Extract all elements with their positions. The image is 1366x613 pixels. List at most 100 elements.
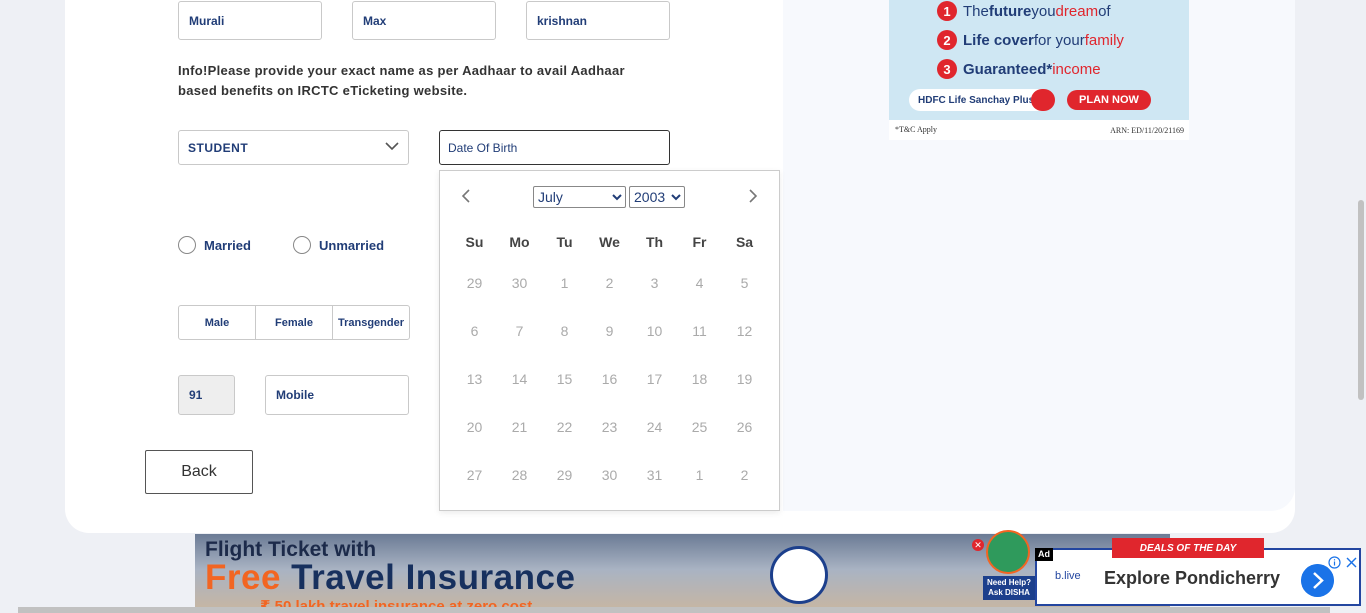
horizontal-scrollbar[interactable]: [18, 607, 1330, 613]
year-select[interactable]: 2003: [629, 186, 685, 208]
info-icon[interactable]: [1328, 556, 1341, 569]
calendar-day[interactable]: 21: [497, 403, 542, 451]
radio-circle[interactable]: [178, 236, 196, 254]
date-of-birth-input[interactable]: Date Of Birth: [439, 130, 670, 165]
calendar-day[interactable]: 29: [452, 259, 497, 307]
ad-footer: *T&C Apply ARN: ED/11/20/21169: [889, 120, 1189, 140]
married-radio[interactable]: Married: [178, 236, 251, 254]
calendar-day[interactable]: 26: [722, 403, 767, 451]
calendar-day[interactable]: 17: [632, 355, 677, 403]
calendar-week-row: 29 30 1 2 3 4 5: [452, 259, 767, 307]
number-1-icon: 1: [937, 1, 957, 21]
calendar-day[interactable]: 4: [677, 259, 722, 307]
weekday-header: Mo: [509, 234, 530, 250]
calendar-day[interactable]: 23: [587, 403, 632, 451]
weekday-header-row: Su Mo Tu We Th Fr Sa: [452, 225, 767, 259]
first-name-field[interactable]: Murali: [178, 1, 322, 40]
datepicker-popup: July 2003 Su Mo Tu We Th Fr Sa 29 30 1 2 3 4 5…: [439, 170, 780, 511]
calendar-day[interactable]: 7: [497, 307, 542, 355]
calendar-day[interactable]: 16: [587, 355, 632, 403]
ad-title-free: Free: [205, 558, 281, 597]
disha-label: Need Help? Ask DISHA: [983, 576, 1035, 600]
calendar-day[interactable]: 1: [542, 259, 587, 307]
chevron-down-icon: [385, 142, 399, 151]
disha-line-1: Need Help?: [986, 578, 1031, 587]
occupation-value: STUDENT: [188, 140, 249, 155]
gender-male-button[interactable]: Male: [179, 306, 256, 339]
ad-search-pill[interactable]: HDFC Life Sanchay Plus: [909, 89, 1055, 111]
gender-toggle: Male Female Transgender: [178, 305, 410, 340]
calendar-day[interactable]: 24: [632, 403, 677, 451]
ad-text: for your: [1033, 31, 1085, 49]
calendar-day[interactable]: 29: [542, 451, 587, 499]
number-2-icon: 2: [937, 30, 957, 50]
calendar-day[interactable]: 19: [722, 355, 767, 403]
disha-avatar: [986, 530, 1030, 574]
ad-text: you: [1031, 2, 1056, 20]
calendar-day[interactable]: 6: [452, 307, 497, 355]
ad-text: The: [963, 2, 989, 20]
vertical-scrollbar[interactable]: [1358, 200, 1364, 400]
calendar-day[interactable]: 28: [497, 451, 542, 499]
calendar-day[interactable]: 22: [542, 403, 587, 451]
weekday-header: Tu: [556, 234, 573, 250]
ad-pill-text: HDFC Life Sanchay Plus: [918, 94, 1035, 106]
calendar-day[interactable]: 13: [452, 355, 497, 403]
prev-month-icon[interactable]: [459, 188, 473, 204]
gender-transgender-button[interactable]: Transgender: [333, 306, 409, 339]
calendar-body: 29 30 1 2 3 4 5 6 7 8 9 10 11 12 13 14 15 16 17 18 19 20 21 22 2…: [452, 259, 767, 499]
calendar-day[interactable]: 30: [497, 259, 542, 307]
calendar-day[interactable]: 9: [587, 307, 632, 355]
arn-text: ARN: ED/11/20/21169: [1110, 126, 1184, 135]
calendar-day[interactable]: 11: [677, 307, 722, 355]
plan-now-button[interactable]: PLAN NOW: [1067, 90, 1151, 110]
unmarried-radio[interactable]: Unmarried: [293, 236, 384, 254]
weekday-header: We: [599, 234, 620, 250]
calendar-day[interactable]: 5: [722, 259, 767, 307]
disha-chat-widget[interactable]: ✕ Need Help? Ask DISHA: [972, 530, 1035, 605]
info-line-2: based benefits on IRCTC eTicketing websi…: [178, 83, 468, 98]
calendar-grid: Su Mo Tu We Th Fr Sa 29 30 1 2 3 4 5 6 7 8 9 10 11 12…: [452, 225, 767, 499]
gender-female-button[interactable]: Female: [256, 306, 333, 339]
hdfc-life-ad[interactable]: 1 The future you dream of 2 Life cover f…: [889, 0, 1189, 140]
calendar-day[interactable]: 12: [722, 307, 767, 355]
calendar-day[interactable]: 20: [452, 403, 497, 451]
number-3-icon: 3: [937, 59, 957, 79]
calendar-day[interactable]: 30: [587, 451, 632, 499]
month-select[interactable]: July: [533, 186, 626, 208]
calendar-day[interactable]: 10: [632, 307, 677, 355]
weekday-header: Fr: [692, 234, 707, 250]
calendar-day[interactable]: 1: [677, 451, 722, 499]
calendar-day[interactable]: 2: [587, 259, 632, 307]
info-line-1: Info!Please provide your exact name as p…: [178, 63, 625, 78]
back-button[interactable]: Back: [145, 450, 253, 494]
calendar-week-row: 27 28 29 30 31 1 2: [452, 451, 767, 499]
close-icon[interactable]: [1345, 556, 1358, 569]
calendar-day[interactable]: 15: [542, 355, 587, 403]
ad-line-2: 2 Life cover for your family: [937, 30, 1124, 50]
middle-name-field[interactable]: Max: [352, 1, 496, 40]
next-month-icon[interactable]: [746, 188, 760, 204]
calendar-day[interactable]: 25: [677, 403, 722, 451]
calendar-day[interactable]: 2: [722, 451, 767, 499]
calendar-day[interactable]: 14: [497, 355, 542, 403]
mobile-input[interactable]: Mobile: [265, 375, 409, 415]
calendar-day[interactable]: 18: [677, 355, 722, 403]
ad-text: income: [1052, 60, 1101, 78]
ad-title: Free Travel Insurance: [205, 558, 575, 598]
radio-circle[interactable]: [293, 236, 311, 254]
calendar-day[interactable]: 31: [632, 451, 677, 499]
calendar-day[interactable]: 27: [452, 451, 497, 499]
calendar-day[interactable]: 3: [632, 259, 677, 307]
ad-text: future: [988, 2, 1032, 20]
explore-text: Explore Pondicherry: [1104, 568, 1281, 588]
occupation-select[interactable]: STUDENT: [178, 130, 409, 165]
ad-text: dream: [1055, 2, 1099, 20]
close-icon[interactable]: ✕: [972, 539, 984, 551]
ad-text: family: [1084, 31, 1124, 49]
calendar-day[interactable]: 8: [542, 307, 587, 355]
last-name-field[interactable]: krishnan: [526, 1, 670, 40]
ad-text: of: [1098, 2, 1111, 20]
calendar-week-row: 20 21 22 23 24 25 26: [452, 403, 767, 451]
search-icon[interactable]: [1031, 89, 1055, 111]
